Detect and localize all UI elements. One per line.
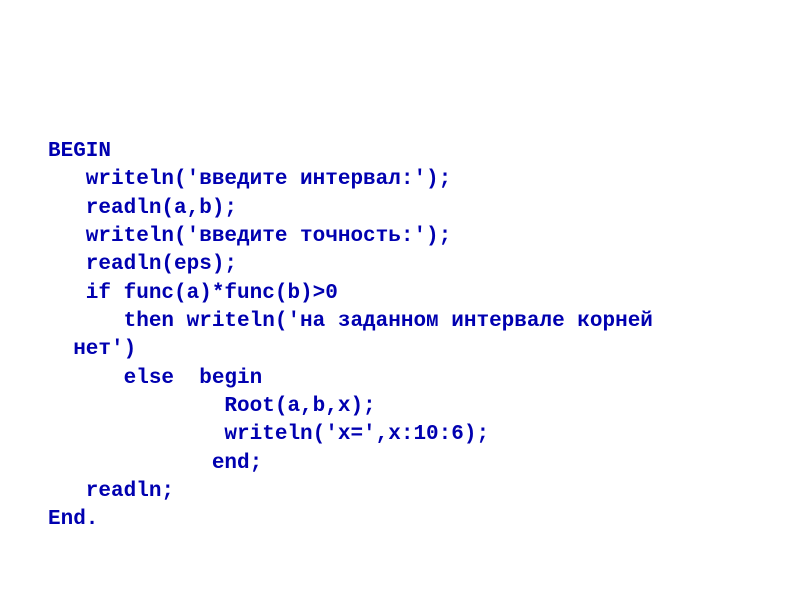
code-line: Root(a,b,x); bbox=[48, 395, 376, 418]
code-line: readln; bbox=[48, 480, 174, 503]
code-line: BEGIN bbox=[48, 140, 111, 163]
code-line: end; bbox=[48, 452, 262, 475]
code-line: writeln('введите интервал:'); bbox=[48, 168, 451, 191]
code-line: нет') bbox=[48, 338, 136, 361]
code-line: then writeln('на заданном интервале корн… bbox=[48, 310, 653, 333]
code-line: End. bbox=[48, 508, 98, 531]
code-line: readln(a,b); bbox=[48, 197, 237, 220]
code-line: else begin bbox=[48, 367, 262, 390]
code-line: writeln('введите точность:'); bbox=[48, 225, 451, 248]
code-listing: BEGIN writeln('введите интервал:'); read… bbox=[48, 138, 752, 535]
code-line: readln(eps); bbox=[48, 253, 237, 276]
code-line: writeln('x=',x:10:6); bbox=[48, 423, 489, 446]
code-line: if func(a)*func(b)>0 bbox=[48, 282, 338, 305]
